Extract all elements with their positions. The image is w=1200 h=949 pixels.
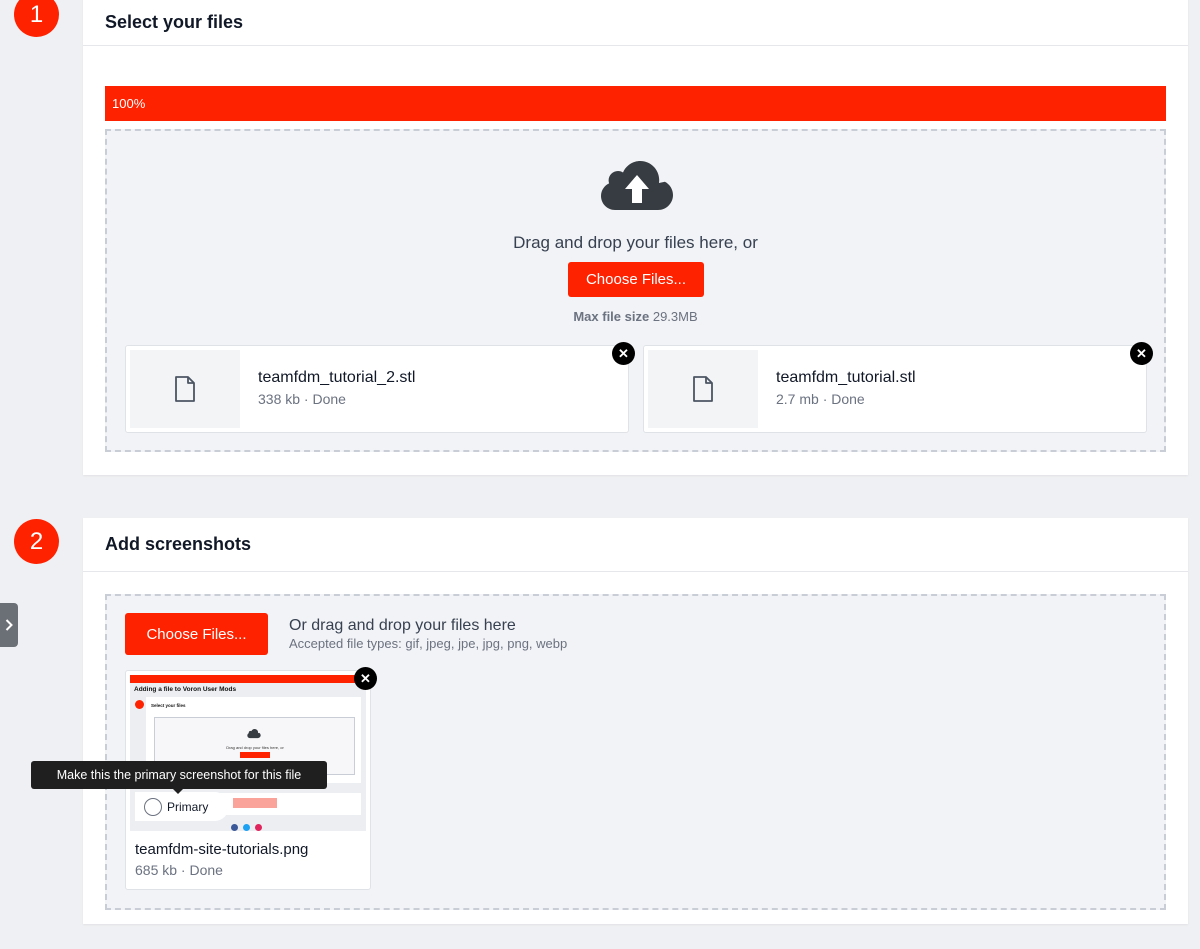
thumb-header-bar	[130, 675, 366, 683]
file-icon	[693, 376, 713, 402]
thumb-button	[240, 752, 270, 758]
thumb-cloud-icon	[247, 729, 261, 739]
upload-progress-bar: 100%	[105, 86, 1166, 121]
file-meta: 685 kb · Done	[135, 862, 223, 878]
uploaded-file-card: teamfdm_tutorial.stl 2.7 mb · Done ✕	[643, 342, 1153, 433]
primary-tooltip: Make this the primary screenshot for thi…	[31, 761, 327, 794]
add-screenshots-card: Add screenshots Choose Files... Or drag …	[83, 518, 1188, 924]
drag-drop-text: Or drag and drop your files here	[289, 617, 516, 634]
sidebar-toggle[interactable]	[0, 603, 18, 647]
max-file-size: Max file size 29.3MB	[107, 309, 1164, 324]
section-title: Add screenshots	[83, 518, 1188, 572]
remove-file-button[interactable]: ✕	[1130, 342, 1153, 365]
progress-label: 100%	[112, 96, 146, 111]
step-number: 1	[29, 0, 44, 28]
primary-toggle[interactable]: Primary	[135, 792, 229, 821]
step-2-badge: 2	[14, 519, 59, 564]
file-dropzone[interactable]: Drag and drop your files here, or Choose…	[105, 129, 1166, 452]
choose-screenshots-button[interactable]: Choose Files...	[125, 613, 268, 655]
file-name: teamfdm-site-tutorials.png	[135, 841, 309, 858]
select-files-card: Select your files 100% Drag and drop you…	[83, 0, 1188, 475]
primary-radio[interactable]	[144, 797, 162, 816]
twitter-icon	[243, 824, 250, 831]
thumb-title: Adding a file to Voron User Mods	[134, 686, 237, 693]
drag-drop-text: Drag and drop your files here, or	[513, 233, 758, 252]
file-meta: 338 kb · Done	[258, 391, 346, 407]
thumb-drag-text: Drag and drop your files here, or	[226, 745, 284, 750]
facebook-icon	[231, 824, 238, 831]
file-thumbnail	[130, 350, 240, 428]
max-file-size-value: 29.3MB	[652, 309, 698, 324]
progress-fill: 100%	[105, 86, 1166, 121]
thumb-step-dot	[135, 700, 144, 709]
close-icon: ✕	[360, 670, 371, 686]
section-title: Select your files	[83, 0, 1188, 46]
file-meta: 2.7 mb · Done	[776, 391, 865, 407]
primary-label: Primary	[167, 799, 209, 814]
file-name: teamfdm_tutorial.stl	[776, 369, 916, 386]
thumb-button-2	[233, 798, 277, 808]
file-thumbnail	[648, 350, 758, 428]
file-name: teamfdm_tutorial_2.stl	[258, 369, 416, 386]
screenshot-dropzone[interactable]: Choose Files... Or drag and drop your fi…	[105, 594, 1166, 910]
youtube-icon	[255, 824, 262, 831]
screenshot-thumbnail: Adding a file to Voron User Mods Select …	[130, 675, 366, 831]
file-icon	[175, 376, 195, 402]
uploaded-file-card: teamfdm_tutorial_2.stl 338 kb · Done ✕	[125, 342, 635, 433]
choose-files-button[interactable]: Choose Files...	[568, 262, 704, 297]
chevron-right-icon	[5, 619, 13, 631]
step-number: 2	[29, 527, 44, 555]
close-icon: ✕	[618, 345, 629, 361]
step-1-badge: 1	[14, 0, 59, 37]
max-file-size-label: Max file size	[573, 309, 650, 324]
thumb-select-text: Select your files	[151, 703, 186, 708]
accepted-types: Accepted file types: gif, jpeg, jpe, jpg…	[289, 636, 568, 651]
close-icon: ✕	[1136, 345, 1147, 361]
remove-screenshot-button[interactable]: ✕	[354, 667, 377, 690]
remove-file-button[interactable]: ✕	[612, 342, 635, 365]
cloud-upload-icon	[601, 161, 673, 210]
